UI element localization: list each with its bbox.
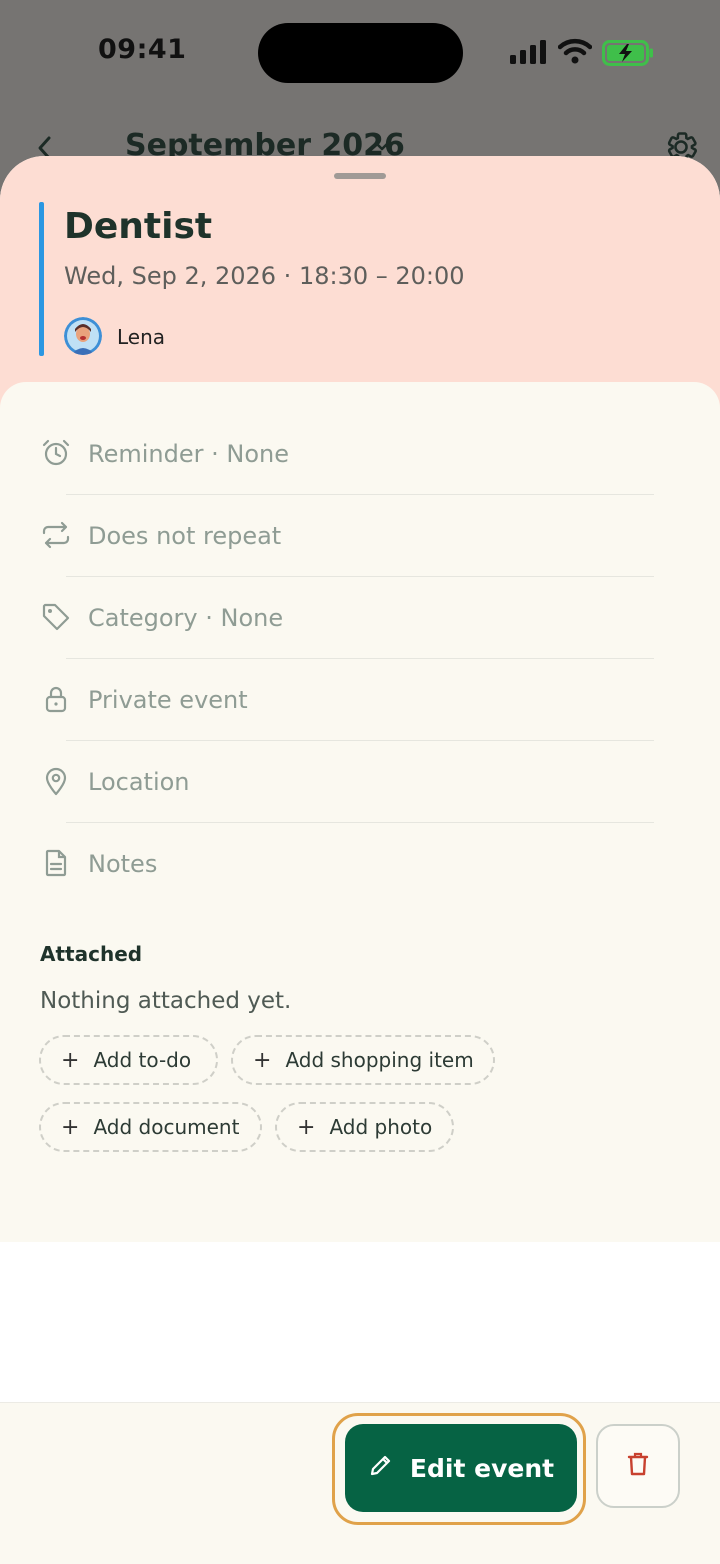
status-time: 09:41	[98, 34, 187, 65]
dynamic-island	[258, 23, 463, 83]
reminder-row[interactable]: Reminder · None	[0, 413, 720, 495]
private-event-row[interactable]: Private event	[0, 659, 720, 741]
plus-icon: +	[253, 1047, 272, 1073]
repeat-row[interactable]: Does not repeat	[0, 495, 720, 577]
document-icon	[40, 847, 72, 879]
plus-icon: +	[297, 1114, 316, 1140]
notes-label: Notes	[88, 850, 158, 878]
attached-empty-text: Nothing attached yet.	[40, 988, 292, 1014]
event-color-bar	[39, 202, 44, 356]
attached-title: Attached	[40, 942, 143, 966]
sheet-grabber[interactable]	[334, 173, 386, 179]
notes-row[interactable]: Notes	[0, 823, 720, 905]
status-bar: 09:41	[0, 0, 720, 110]
event-details: Reminder · None Does not repeat Category…	[0, 382, 720, 1242]
edit-event-button[interactable]: Edit event	[345, 1424, 577, 1512]
add-photo-chip[interactable]: + Add photo	[275, 1102, 454, 1152]
trash-icon	[626, 1451, 650, 1481]
chip-label: Add document	[93, 1115, 240, 1139]
avatar	[64, 317, 102, 355]
wifi-icon	[557, 38, 593, 68]
event-datetime: Wed, Sep 2, 2026 · 18:30 – 20:00	[64, 262, 465, 290]
plus-icon: +	[61, 1047, 80, 1073]
add-todo-chip[interactable]: + Add to-do	[39, 1035, 218, 1085]
pencil-icon	[368, 1452, 410, 1484]
plus-icon: +	[61, 1114, 80, 1140]
add-document-chip[interactable]: + Add document	[39, 1102, 262, 1152]
tag-icon	[40, 601, 72, 633]
repeat-label: Does not repeat	[88, 522, 282, 550]
attendee-name: Lena	[117, 325, 166, 349]
private-event-label: Private event	[88, 686, 248, 714]
delete-event-button[interactable]	[596, 1424, 680, 1508]
signal-icon	[510, 40, 548, 68]
empty-area	[0, 1242, 720, 1402]
location-label: Location	[88, 768, 190, 796]
edit-event-label: Edit event	[409, 1453, 555, 1483]
event-detail-sheet: Dentist Wed, Sep 2, 2026 · 18:30 – 20:00…	[0, 156, 720, 1564]
add-shopping-item-chip[interactable]: + Add shopping item	[231, 1035, 495, 1085]
location-pin-icon	[40, 765, 72, 797]
event-title: Dentist	[64, 206, 213, 247]
chip-label: Add to-do	[93, 1048, 192, 1072]
alarm-clock-icon	[40, 437, 72, 469]
chevron-down-icon[interactable]	[372, 138, 392, 157]
chip-label: Add photo	[329, 1115, 433, 1139]
location-row[interactable]: Location	[0, 741, 720, 823]
reminder-label: Reminder · None	[88, 440, 289, 468]
category-row[interactable]: Category · None	[0, 577, 720, 659]
lock-icon	[40, 683, 72, 715]
battery-charging-icon	[602, 40, 654, 70]
chip-label: Add shopping item	[285, 1048, 474, 1072]
action-bar: Edit event	[0, 1402, 720, 1564]
repeat-icon	[40, 519, 72, 551]
category-label: Category · None	[88, 604, 284, 632]
